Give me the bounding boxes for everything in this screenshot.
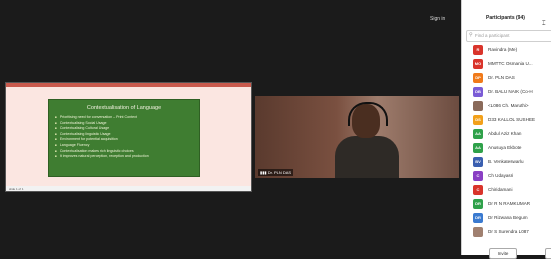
participant-row[interactable]: DP Dr. PLN DAS	[462, 71, 551, 85]
participant-name: Abdul Aziz Khan	[488, 131, 522, 136]
sign-in-link[interactable]: Sign in	[430, 16, 445, 22]
participant-name: Chiridamani	[488, 187, 513, 192]
participant-name: Anusuya Ekbote	[488, 145, 522, 150]
participant-avatar: AA	[473, 129, 483, 139]
video-tile[interactable]: ▮▮▮ Dr. PLN DAS	[255, 96, 459, 178]
participant-list: R Ravindra (Me) MO MMTTC Osmania U... DP Dr. …	[462, 43, 551, 239]
participant-avatar: DB	[473, 87, 483, 97]
participant-row[interactable]: AA Abdul Aziz Khan	[462, 127, 551, 141]
invite-button[interactable]: Invite	[489, 248, 517, 259]
slide-bullet-list: Prioritising need for conversation – Pri…	[55, 115, 199, 160]
participant-name: Dr S Surendra L087	[488, 229, 529, 234]
slide-counter: slide 1 of 1	[9, 187, 24, 191]
find-participant-placeholder: Find a participant	[475, 33, 510, 38]
mouse-cursor-icon: ⌶	[542, 21, 546, 27]
participant-avatar: MO	[473, 59, 483, 69]
participant-row[interactable]: DR Dr R N RAMKUMAR	[462, 197, 551, 211]
share-window-statusbar: slide 1 of 1	[6, 186, 251, 191]
participant-name: <L086 Ch. Maruthi>	[488, 103, 529, 108]
participant-avatar: AA	[473, 143, 483, 153]
participant-avatar: DR	[473, 213, 483, 223]
participant-avatar: C	[473, 185, 483, 195]
signal-icon: ▮▮▮	[260, 170, 268, 175]
participant-avatar	[473, 101, 483, 111]
video-participant-name: Dr. PLN DAS	[267, 170, 292, 175]
participant-row[interactable]: R Ravindra (Me)	[462, 43, 551, 57]
participant-name: B. Venkateswarlu	[488, 159, 524, 164]
participant-name: Ravindra (Me)	[488, 47, 518, 52]
shared-screen-window: Contextualisation of Language Prioritisi…	[5, 82, 252, 192]
participant-row[interactable]: BV B. Venkateswarlu	[462, 155, 551, 169]
slide-title: Contextualisation of Language	[86, 105, 162, 111]
presentation-slide: Contextualisation of Language Prioritisi…	[48, 99, 200, 177]
participant-row[interactable]: C Ch Udayasri	[462, 169, 551, 183]
participant-row[interactable]: C Chiridamani	[462, 183, 551, 197]
participant-name: Dr. PLN DAS	[488, 75, 515, 80]
participant-name: MMTTC Osmania U...	[488, 61, 533, 66]
participants-panel: Participants (94) ⚲ Find a participant R…	[461, 0, 551, 259]
find-participant-input[interactable]: ⚲ Find a participant	[466, 30, 551, 42]
video-name-label: ▮▮▮ Dr. PLN DAS	[258, 169, 294, 176]
search-icon: ⚲	[469, 32, 473, 38]
participant-avatar: DP	[473, 73, 483, 83]
headset-icon	[348, 102, 388, 126]
participant-name: D33 KALLOL SUSHEE	[488, 117, 536, 122]
participant-avatar: DS	[473, 115, 483, 125]
participant-avatar	[473, 227, 483, 237]
participant-row[interactable]: DS D33 KALLOL SUSHEE	[462, 113, 551, 127]
participant-name: Dr Rizwana Begum	[488, 215, 528, 220]
slide-bullet: It improves natural perception, receptio…	[55, 154, 199, 160]
participant-avatar: R	[473, 45, 483, 55]
participant-avatar: DR	[473, 199, 483, 209]
participant-name: Dr. BALU NAIK (Co-H	[488, 89, 533, 94]
speaker-body	[335, 136, 399, 178]
participant-row[interactable]: AA Anusuya Ekbote	[462, 141, 551, 155]
participant-name: Ch Udayasri	[488, 173, 514, 178]
participant-avatar: C	[473, 171, 483, 181]
participant-row[interactable]: <L086 Ch. Maruthi>	[462, 99, 551, 113]
participant-name: Dr R N RAMKUMAR	[488, 201, 531, 206]
meeting-main-area: Sign in Contextualisation of Language Pr…	[0, 0, 461, 255]
participant-row[interactable]: DR Dr Rizwana Begum	[462, 211, 551, 225]
participants-title: Participants (94)	[486, 15, 525, 21]
participant-row[interactable]: DB Dr. BALU NAIK (Co-H	[462, 85, 551, 99]
more-options-button[interactable]	[545, 248, 551, 259]
participant-avatar: BV	[473, 157, 483, 167]
shared-slide-area: Contextualisation of Language Prioritisi…	[6, 87, 251, 186]
participant-row[interactable]: Dr S Surendra L087	[462, 225, 551, 239]
participant-row[interactable]: MO MMTTC Osmania U...	[462, 57, 551, 71]
